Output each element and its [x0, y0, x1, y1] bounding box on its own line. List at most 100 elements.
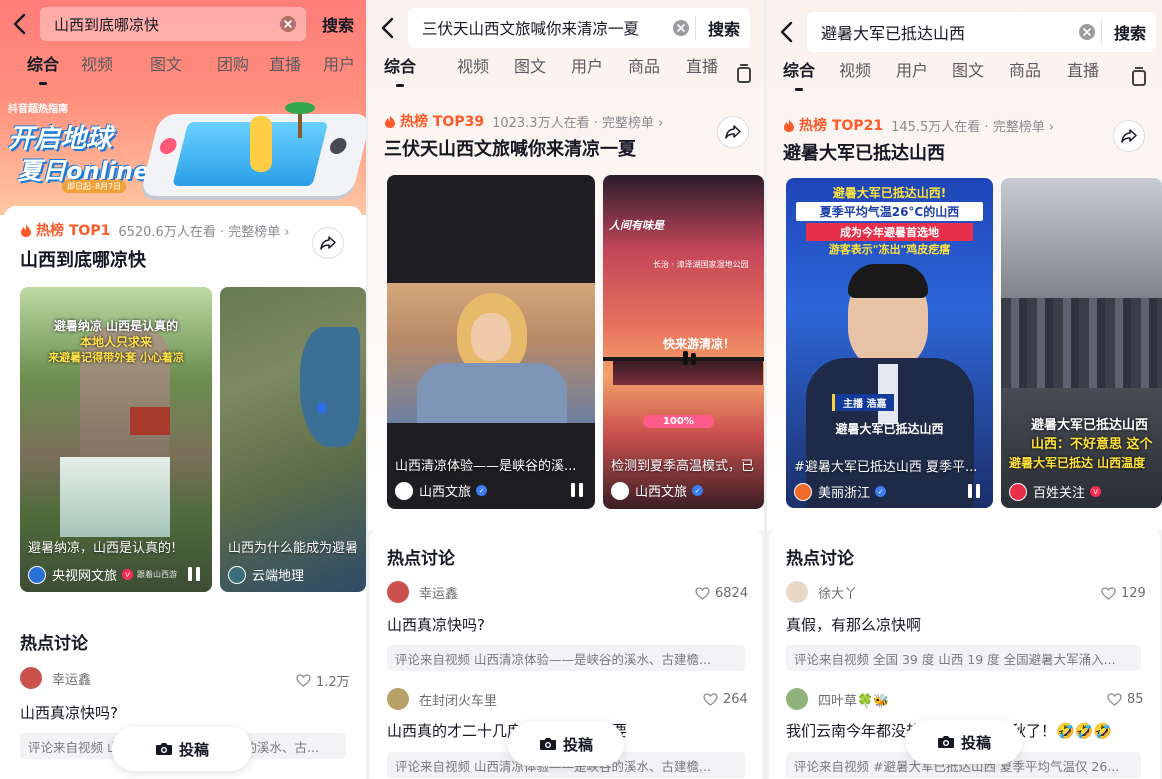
tab-1[interactable]: 视频 — [839, 57, 871, 81]
comment-user[interactable]: 徐大丫 — [786, 581, 857, 603]
video-author[interactable]: 央视网文旅 V 跟着山西游 — [28, 565, 177, 584]
video-card[interactable]: 避暑大军已抵达山西 山西：不好意思 这个 避暑大军已抵达 山西温度 百姓关注 V — [1001, 178, 1162, 508]
comment-author: 四叶草🍀🐝 — [818, 693, 890, 709]
comment-user[interactable]: 在封闭火车里 — [387, 688, 497, 710]
tab-0[interactable]: 综合 — [384, 53, 416, 87]
hot-meta[interactable]: 1023.3万人在看 · 完整榜单 › — [492, 112, 663, 131]
share-button[interactable] — [717, 116, 749, 148]
post-button[interactable]: 投稿 — [508, 722, 624, 766]
camera-icon — [937, 735, 955, 749]
back-button[interactable] — [0, 0, 40, 48]
hot-meta[interactable]: 145.5万人在看 · 完整榜单 › — [891, 116, 1054, 135]
search-input[interactable]: 避暑大军已抵达山西 搜索 — [807, 12, 1156, 52]
tab-4[interactable]: 商品 — [1009, 57, 1041, 81]
pause-icon[interactable] — [968, 484, 980, 498]
tab-4[interactable]: 直播 — [269, 51, 301, 75]
comment-text[interactable]: 山西真凉快吗? — [387, 614, 485, 635]
hot-meta[interactable]: 6520.6万人在看 · 完整榜单 › — [118, 221, 289, 240]
comment-user[interactable]: 幸运鑫 — [20, 667, 91, 689]
comment-user[interactable]: 幸运鑫 — [387, 581, 458, 603]
more-tabs-icon[interactable] — [1132, 67, 1146, 86]
author-name: 百姓关注 — [1033, 486, 1086, 501]
tab-0[interactable]: 综合 — [27, 51, 59, 85]
tab-2[interactable]: 图文 — [514, 53, 546, 77]
like-button[interactable]: 6824 — [695, 586, 748, 601]
hot-topic-title[interactable]: 避暑大军已抵达山西 — [783, 139, 945, 165]
hot-rank-line[interactable]: 热榜 TOP1 6520.6万人在看 · 完整榜单 › — [20, 220, 290, 240]
panel-search-2: 三伏天山西文旅喊你来清凉一夏 搜索 综合 视频 图文 用户 商品 直播 热榜 TOP39 … — [368, 0, 764, 779]
video-author[interactable]: 百姓关注 V — [1009, 482, 1102, 501]
back-button[interactable] — [767, 8, 807, 56]
tab-4[interactable]: 商品 — [628, 53, 660, 77]
post-button[interactable]: 投稿 — [112, 727, 252, 771]
comment-user[interactable]: 四叶草🍀🐝 — [786, 688, 889, 710]
video-author[interactable]: 云端地理 — [228, 565, 304, 584]
clear-icon[interactable] — [1078, 24, 1095, 40]
tab-5[interactable]: 用户 — [323, 51, 355, 75]
tab-3[interactable]: 用户 — [571, 53, 603, 77]
tab-5[interactable]: 直播 — [1067, 57, 1099, 81]
hot-topic-title[interactable]: 三伏天山西文旅喊你来清凉一夏 — [384, 135, 636, 161]
video-overlay-text: 避暑大军已抵达 山西温度 — [1009, 456, 1146, 470]
video-card[interactable]: 人间有味是 长治 · 漳泽湖国家湿地公园 快来游清凉！ 100% 检测到夏季高温… — [603, 175, 764, 509]
share-button[interactable] — [312, 227, 344, 259]
source-prefix: 评论来自视频 — [794, 651, 870, 667]
comment-source[interactable]: 评论来自视频 全国 39 度 山西 19 度 全国避暑大军涌入... — [786, 645, 1141, 671]
search-button[interactable]: 搜索 — [1100, 20, 1146, 44]
video-card[interactable]: 山西为什么能成为避暑 云端地理 — [220, 287, 366, 592]
clear-icon[interactable] — [279, 16, 296, 32]
more-tabs-icon[interactable] — [737, 64, 751, 83]
tab-1[interactable]: 视频 — [81, 51, 113, 75]
search-query: 三伏天山西文旅喊你来清凉一夏 — [422, 20, 640, 38]
fire-icon — [384, 114, 396, 129]
search-input[interactable]: 三伏天山西文旅喊你来清凉一夏 搜索 — [408, 8, 750, 48]
avatar — [387, 688, 409, 710]
tab-2[interactable]: 用户 — [896, 57, 928, 81]
video-card[interactable]: 避暑纳凉 山西是认真的 本地人只求来 来避暑记得带外套 小心着凉 避暑纳凉，山西… — [20, 287, 212, 592]
pause-icon[interactable] — [188, 567, 200, 581]
search-button[interactable]: 搜索 — [308, 12, 366, 36]
camera-icon — [155, 742, 173, 756]
promo-banner[interactable]: 抖音超热指南 开启地球 夏日online 即日起–8月7日 — [0, 96, 366, 206]
comment-source[interactable]: 评论来自视频 山西清凉体验——是峡谷的溪水、古建檐... — [387, 645, 745, 671]
share-button[interactable] — [1113, 120, 1145, 152]
hot-rank-line[interactable]: 热榜 TOP39 1023.3万人在看 · 完整榜单 › — [384, 111, 663, 131]
hot-rank-line[interactable]: 热榜 TOP21 145.5万人在看 · 完整榜单 › — [783, 115, 1054, 135]
author-name: 美丽浙江 — [818, 486, 871, 501]
like-count: 6824 — [715, 586, 749, 601]
video-author[interactable]: 美丽浙江 ✓ — [794, 482, 887, 501]
tab-1[interactable]: 视频 — [457, 53, 489, 77]
hot-discussion-title: 热点讨论 — [786, 549, 854, 569]
video-card[interactable]: 避暑大军已抵达山西! 夏季平均气温26°C的山西 成为今年避暑首选地 游客表示"… — [786, 178, 993, 508]
tab-5[interactable]: 直播 — [686, 53, 718, 77]
like-button[interactable]: 264 — [703, 692, 748, 707]
verified-icon: V — [122, 569, 134, 580]
verified-icon: V — [1090, 486, 1102, 497]
comment-text[interactable]: 真假，有那么凉快啊 — [786, 614, 921, 635]
tab-2[interactable]: 图文 — [150, 51, 182, 75]
like-button[interactable]: 129 — [1101, 586, 1146, 601]
video-card[interactable]: 山西清凉体验——是峡谷的溪... 山西文旅 ✓ — [387, 175, 595, 509]
video-author[interactable]: 山西文旅 ✓ — [395, 481, 488, 500]
search-button[interactable]: 搜索 — [694, 16, 740, 40]
source-title: 全国 39 度 山西 19 度 全国避暑大军涌入... — [873, 651, 1116, 667]
tab-0[interactable]: 综合 — [783, 57, 815, 91]
like-button[interactable]: 85 — [1107, 692, 1144, 707]
hot-topic-title[interactable]: 山西到底哪凉快 — [20, 246, 146, 272]
tab-3[interactable]: 团购 — [217, 51, 249, 75]
pause-icon[interactable] — [571, 483, 583, 497]
like-button[interactable]: 1.2万 — [296, 671, 350, 690]
video-author[interactable]: 山西文旅 ✓ — [611, 481, 704, 500]
avatar — [794, 482, 812, 501]
tab-3[interactable]: 图文 — [952, 57, 984, 81]
search-input[interactable]: 山西到底哪凉快 — [40, 7, 306, 41]
comment-text[interactable]: 山西真凉快吗? — [20, 702, 118, 723]
avatar — [395, 481, 413, 500]
banner-title-1: 开启地球 — [8, 124, 113, 154]
back-button[interactable] — [368, 4, 408, 52]
camera-icon — [539, 737, 557, 751]
clear-icon[interactable] — [672, 20, 689, 36]
share-icon — [320, 236, 336, 250]
source-title: 山西清凉体验——是峡谷的溪水、古建檐... — [474, 651, 711, 667]
post-button[interactable]: 投稿 — [906, 720, 1022, 764]
